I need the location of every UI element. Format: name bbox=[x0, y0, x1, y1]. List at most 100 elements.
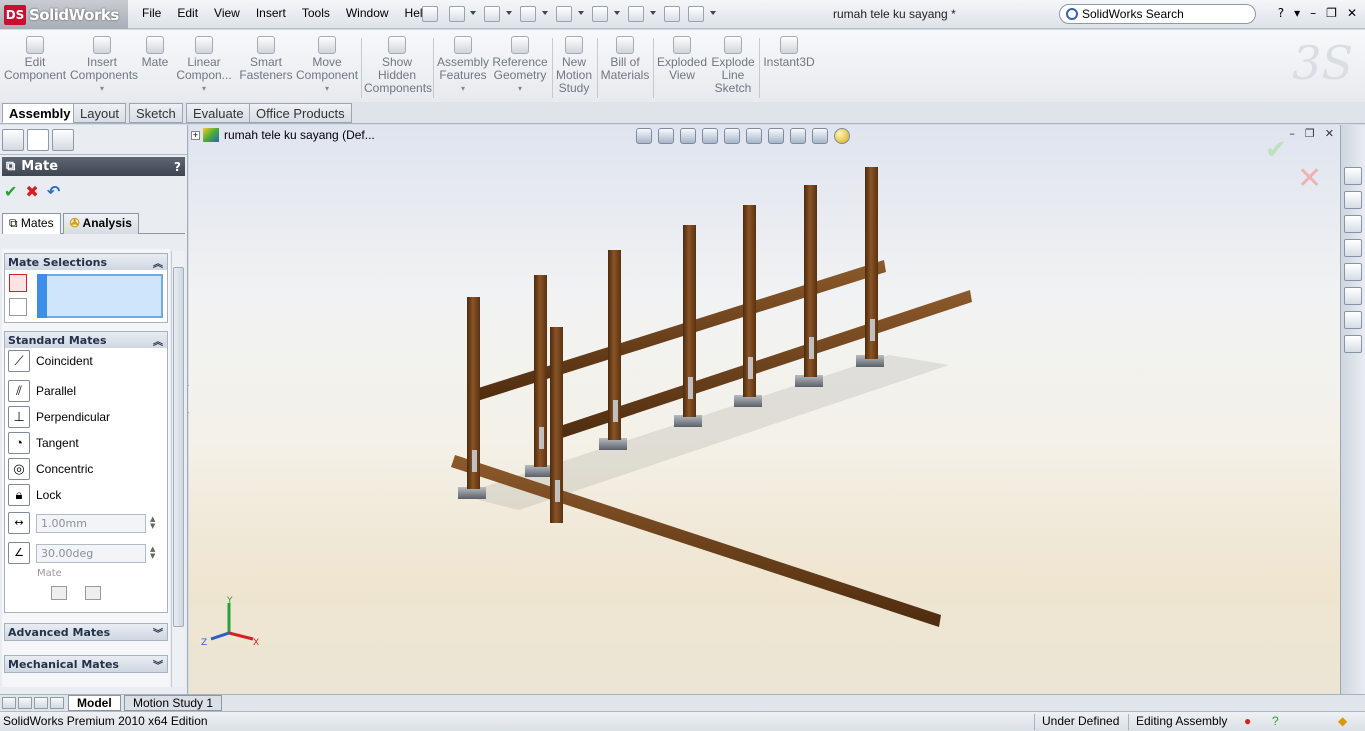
options-dropdown-icon[interactable] bbox=[710, 11, 716, 15]
show-hidden-components-button[interactable]: Show Hidden Components bbox=[364, 36, 432, 95]
design-library-icon[interactable] bbox=[1344, 191, 1362, 209]
feature-tree-tab-icon[interactable] bbox=[2, 129, 24, 151]
select-icon[interactable] bbox=[628, 6, 644, 22]
options-icon[interactable] bbox=[688, 6, 704, 22]
distance-icon[interactable]: ↔ bbox=[8, 512, 30, 534]
confirmation-cancel-icon[interactable]: ✕ bbox=[1297, 161, 1322, 196]
distance-spinner-icon[interactable]: ▲ ▼ bbox=[150, 516, 155, 530]
angle-icon[interactable]: ∠ bbox=[8, 542, 30, 564]
prev-tab-icon[interactable] bbox=[18, 697, 32, 709]
undo-icon[interactable]: ↶ bbox=[47, 182, 60, 201]
custom-properties-icon[interactable] bbox=[1344, 311, 1362, 329]
exploded-view-button[interactable]: Exploded View bbox=[656, 36, 708, 82]
tab-layout[interactable]: Layout bbox=[73, 103, 127, 123]
configuration-manager-tab-icon[interactable] bbox=[52, 129, 74, 151]
explode-line-sketch-button[interactable]: Explode Line Sketch bbox=[710, 36, 756, 95]
search-input[interactable]: SolidWorks Search bbox=[1059, 4, 1256, 24]
mate-parallel[interactable]: ⫽ Parallel bbox=[5, 378, 167, 404]
mate-lock[interactable]: 🔒︎ Lock bbox=[5, 482, 167, 508]
display-style-icon[interactable] bbox=[746, 128, 762, 144]
reference-geometry-button[interactable]: Reference Geometry ▾ bbox=[492, 36, 548, 95]
cancel-icon[interactable]: ✖ bbox=[25, 182, 38, 201]
next-tab-icon[interactable] bbox=[34, 697, 48, 709]
search-results-icon[interactable] bbox=[1344, 239, 1362, 257]
multiple-mate-icon[interactable] bbox=[9, 298, 27, 316]
rebuild-status-icon[interactable]: ● bbox=[1244, 714, 1251, 728]
expand-icon[interactable]: + bbox=[191, 130, 200, 140]
home-icon[interactable] bbox=[1344, 167, 1362, 185]
menu-edit[interactable]: Edit bbox=[169, 6, 206, 20]
edit-component-button[interactable]: Edit Component bbox=[4, 36, 66, 82]
tab-evaluate[interactable]: Evaluate bbox=[186, 103, 251, 123]
open-icon[interactable] bbox=[484, 6, 500, 22]
section-view-icon[interactable] bbox=[702, 128, 718, 144]
edit-appearance-icon[interactable] bbox=[790, 128, 806, 144]
tag-icon[interactable]: ◆ bbox=[1338, 714, 1347, 728]
viewport-close-icon[interactable]: ✕ bbox=[1325, 127, 1334, 140]
tab-analysis[interactable]: ✇ Analysis bbox=[62, 213, 139, 234]
hide-show-items-icon[interactable] bbox=[768, 128, 784, 144]
chevron-up-icon[interactable]: ︽ bbox=[153, 333, 163, 348]
tab-mates[interactable]: ⧉ Mates bbox=[2, 213, 61, 234]
anti-aligned-icon[interactable] bbox=[85, 586, 101, 600]
previous-view-icon[interactable] bbox=[680, 128, 696, 144]
zoom-to-fit-icon[interactable] bbox=[636, 128, 652, 144]
menu-view[interactable]: View bbox=[206, 6, 248, 20]
restore-button[interactable]: ❐ bbox=[1326, 6, 1337, 20]
chevron-down-icon[interactable]: ▾ bbox=[176, 82, 232, 95]
chevron-down-icon[interactable]: ▾ bbox=[492, 82, 548, 95]
linear-component-pattern-button[interactable]: Linear Compon... ▾ bbox=[176, 36, 232, 95]
property-manager-tab-icon[interactable] bbox=[27, 129, 49, 151]
new-document-icon[interactable] bbox=[449, 6, 465, 22]
graphics-area[interactable]: + rumah tele ku sayang (Def... – ❐ ✕ ✔ ✕… bbox=[189, 125, 1340, 694]
pin-icon[interactable] bbox=[422, 6, 438, 22]
ground-beam[interactable] bbox=[451, 455, 941, 627]
search-icon[interactable] bbox=[1066, 8, 1078, 20]
mechanical-mates-header[interactable]: Mechanical Mates ︾ bbox=[5, 656, 167, 672]
assembly-features-button[interactable]: Assembly Features ▾ bbox=[436, 36, 490, 95]
tab-assembly[interactable]: Assembly bbox=[2, 103, 78, 123]
new-dropdown-icon[interactable] bbox=[470, 11, 476, 15]
feature-tree-root[interactable]: + rumah tele ku sayang (Def... bbox=[191, 128, 375, 142]
viewport-restore-icon[interactable]: ❐ bbox=[1305, 127, 1315, 140]
undo-dropdown-icon[interactable] bbox=[614, 11, 620, 15]
zoom-to-area-icon[interactable] bbox=[658, 128, 674, 144]
select-dropdown-icon[interactable] bbox=[650, 11, 656, 15]
distance-field[interactable]: 1.00mm bbox=[36, 513, 146, 533]
chevron-down-icon[interactable]: ▾ bbox=[70, 82, 134, 95]
rebuild-icon[interactable] bbox=[664, 6, 680, 22]
help-status-icon[interactable]: ? bbox=[1272, 714, 1279, 728]
fence-model[interactable] bbox=[189, 125, 1340, 694]
apply-scene-icon[interactable] bbox=[812, 128, 828, 144]
property-manager-scrollbar[interactable] bbox=[171, 251, 185, 687]
mate-button[interactable]: Mate bbox=[138, 36, 172, 69]
menu-insert[interactable]: Insert bbox=[248, 6, 294, 20]
view-orientation-icon[interactable] bbox=[724, 128, 740, 144]
menu-file[interactable]: File bbox=[134, 6, 169, 20]
file-explorer-icon[interactable] bbox=[1344, 215, 1362, 233]
mate-selections-header[interactable]: Mate Selections ︽ bbox=[5, 254, 167, 270]
solidworks-logo[interactable]: DS SolidWorks bbox=[0, 0, 128, 29]
angle-field[interactable]: 30.00deg bbox=[36, 543, 146, 563]
move-component-button[interactable]: Move Component ▾ bbox=[296, 36, 358, 95]
print-icon[interactable] bbox=[556, 6, 572, 22]
insert-components-button[interactable]: Insert Components ▾ bbox=[70, 36, 138, 95]
last-tab-icon[interactable] bbox=[50, 697, 64, 709]
open-dropdown-icon[interactable] bbox=[506, 11, 512, 15]
viewport-minimize-icon[interactable]: – bbox=[1289, 127, 1295, 140]
minimize-button[interactable]: – bbox=[1310, 6, 1316, 20]
standard-mates-header[interactable]: Standard Mates ︽ bbox=[5, 332, 167, 348]
save-dropdown-icon[interactable] bbox=[542, 11, 548, 15]
aligned-icon[interactable] bbox=[51, 586, 67, 600]
mate-perpendicular[interactable]: ⊥ Perpendicular bbox=[5, 404, 167, 430]
mate-selections-listbox[interactable] bbox=[37, 274, 163, 318]
view-palette-icon[interactable] bbox=[1344, 263, 1362, 281]
chevron-up-icon[interactable]: ︽ bbox=[153, 255, 163, 270]
print-dropdown-icon[interactable] bbox=[578, 11, 584, 15]
confirmation-ok-icon[interactable]: ✔ bbox=[1265, 135, 1287, 165]
mate-tangent[interactable]: ◔ Tangent bbox=[5, 430, 167, 456]
new-motion-study-button[interactable]: New Motion Study bbox=[554, 36, 594, 95]
mate-concentric[interactable]: ◎ Concentric bbox=[5, 456, 167, 482]
menu-tools[interactable]: Tools bbox=[294, 6, 338, 20]
chevron-down-icon[interactable]: ︾ bbox=[153, 657, 163, 672]
